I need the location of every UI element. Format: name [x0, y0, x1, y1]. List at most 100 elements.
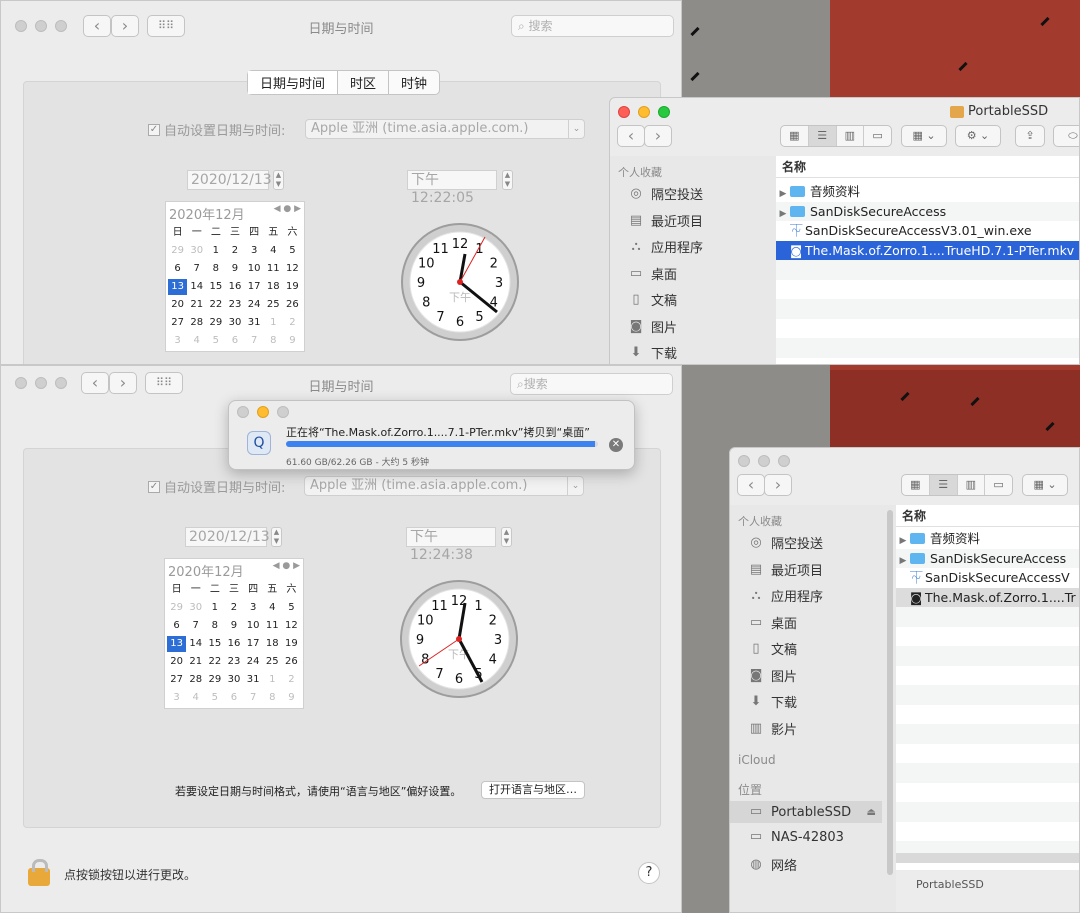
time-field[interactable]: 下午12:22:05: [407, 170, 497, 206]
calendar-day[interactable]: 16: [225, 279, 244, 295]
calendar-day[interactable]: 21: [187, 297, 206, 313]
date-stepper[interactable]: ▲ ▼: [271, 527, 282, 547]
calendar-day[interactable]: 22: [206, 297, 225, 313]
column-view-icon[interactable]: ▥: [837, 126, 865, 146]
calendar-day[interactable]: 25: [263, 654, 282, 670]
back-button[interactable]: ‹: [617, 125, 645, 147]
calendar-day[interactable]: 9: [224, 618, 243, 634]
calendar-day[interactable]: 25: [264, 297, 283, 313]
help-button[interactable]: ?: [638, 862, 660, 884]
zoom-button[interactable]: [778, 455, 790, 467]
zoom-button[interactable]: [277, 406, 289, 418]
sidebar-item-desktop[interactable]: ▭ 桌面: [747, 613, 797, 633]
calendar-day[interactable]: 4: [263, 600, 282, 616]
calendar-day[interactable]: 13: [167, 636, 187, 652]
date-field[interactable]: 2020/12/13: [185, 527, 270, 547]
calendar-day[interactable]: 5: [205, 690, 224, 706]
calendar-day[interactable]: 11: [263, 618, 282, 634]
sidebar-item-pictures[interactable]: ◙ 图片: [747, 666, 797, 686]
calendar-day[interactable]: 19: [282, 636, 301, 652]
sidebar-item-airdrop[interactable]: ◎ 隔空投送: [747, 533, 823, 553]
group-button[interactable]: ▦ ⌄: [1022, 474, 1068, 496]
calendar-day[interactable]: 30: [186, 600, 205, 616]
date-stepper[interactable]: ▲ ▼: [273, 170, 284, 190]
calendar-nav-icon[interactable]: ◀ ● ▶: [274, 204, 301, 223]
calendar-day[interactable]: 27: [168, 315, 187, 331]
file-row[interactable]: ▶ 音频资料: [776, 182, 1079, 202]
calendar-day[interactable]: 8: [263, 690, 282, 706]
search-input[interactable]: ⌕搜索: [510, 373, 673, 395]
close-button[interactable]: [237, 406, 249, 418]
calendar-day[interactable]: 4: [187, 333, 206, 349]
calendar-day[interactable]: 6: [224, 690, 243, 706]
back-button[interactable]: ‹: [737, 474, 765, 496]
gallery-view-icon[interactable]: ▭: [985, 475, 1012, 495]
tab-timezone[interactable]: 时区: [338, 71, 390, 94]
time-field[interactable]: 下午12:24:38: [406, 527, 496, 563]
sidebar-item-recents[interactable]: ▤ 最近项目: [747, 560, 823, 580]
sidebar-item-applications[interactable]: ⛬ 应用程序: [627, 237, 703, 257]
calendar-day[interactable]: 29: [205, 672, 224, 688]
calendar-day[interactable]: 7: [186, 618, 205, 634]
calendar-day[interactable]: 16: [224, 636, 243, 652]
cancel-copy-button[interactable]: ✕: [609, 438, 623, 452]
sidebar-item-network[interactable]: ◍ 网络: [747, 855, 797, 875]
column-header-name[interactable]: 名称: [896, 505, 1079, 527]
auto-time-checkbox[interactable]: ✓ 自动设置日期与时间:: [148, 120, 285, 139]
calendar-day[interactable]: 14: [187, 279, 206, 295]
minimize-button[interactable]: [758, 455, 770, 467]
eject-icon[interactable]: ⏏: [867, 807, 876, 818]
calendar-day[interactable]: 28: [186, 672, 205, 688]
time-server-select[interactable]: Apple 亚洲 (time.asia.apple.com.) ⌄: [304, 476, 584, 496]
close-button[interactable]: [738, 455, 750, 467]
sidebar-item-pictures[interactable]: ◙ 图片: [627, 317, 677, 337]
file-row-selected[interactable]: ◙ The.Mask.of.Zorro.1....TrueHD.7.1-PTer.…: [776, 240, 1079, 260]
calendar-day[interactable]: 4: [264, 243, 283, 259]
calendar-day[interactable]: 12: [283, 261, 302, 277]
calendar-day[interactable]: 8: [205, 618, 224, 634]
calendar-day[interactable]: 30: [224, 672, 243, 688]
date-field[interactable]: 2020/12/13: [187, 170, 272, 190]
calendar-day[interactable]: 2: [283, 315, 302, 331]
icon-view-icon[interactable]: ▦: [781, 126, 809, 146]
calendar-day[interactable]: 12: [282, 618, 301, 634]
calendar-day[interactable]: 6: [167, 618, 186, 634]
calendar-day[interactable]: 8: [264, 333, 283, 349]
calendar-day[interactable]: 5: [282, 600, 301, 616]
sidebar-item-portablessd[interactable]: ▭ PortableSSD ⏏: [730, 801, 882, 823]
list-view-icon[interactable]: ☰: [808, 126, 837, 146]
zoom-button[interactable]: [658, 106, 670, 118]
minimize-button[interactable]: [638, 106, 650, 118]
calendar-day[interactable]: 30: [187, 243, 206, 259]
calendar-day[interactable]: 29: [167, 600, 186, 616]
calendar-day[interactable]: 29: [206, 315, 225, 331]
calendar-day[interactable]: 6: [168, 261, 187, 277]
calendar-day[interactable]: 1: [205, 600, 224, 616]
calendar-day[interactable]: 31: [244, 672, 263, 688]
gear-icon[interactable]: ⚙ ⌄: [955, 125, 1001, 147]
calendar-day[interactable]: 10: [244, 618, 263, 634]
sidebar-item-nas[interactable]: ▭ NAS-42803: [747, 829, 844, 845]
open-region-button[interactable]: 打开语言与地区…: [481, 781, 585, 799]
calendar-day[interactable]: 13: [168, 279, 188, 295]
forward-button[interactable]: ›: [644, 125, 672, 147]
calendar-day[interactable]: 1: [206, 243, 225, 259]
calendar-day[interactable]: 26: [282, 654, 301, 670]
sidebar-item-documents[interactable]: ▯ 文稿: [747, 639, 797, 659]
share-icon[interactable]: ⇪: [1015, 125, 1045, 147]
calendar-day[interactable]: 19: [283, 279, 302, 295]
calendar-day[interactable]: 18: [263, 636, 282, 652]
calendar-day[interactable]: 17: [244, 636, 263, 652]
calendar-day[interactable]: 7: [245, 333, 264, 349]
calendar-day[interactable]: 11: [264, 261, 283, 277]
minimize-button[interactable]: [257, 406, 269, 418]
calendar-day[interactable]: 27: [167, 672, 186, 688]
sidebar-item-movies[interactable]: ▥ 影片: [747, 719, 797, 739]
calendar-day[interactable]: 2: [224, 600, 243, 616]
calendar-day[interactable]: 15: [205, 636, 224, 652]
calendar-day[interactable]: 31: [245, 315, 264, 331]
icon-view-icon[interactable]: ▦: [902, 475, 930, 495]
calendar-day[interactable]: 23: [224, 654, 243, 670]
sidebar-item-recents[interactable]: ▤ 最近项目: [627, 211, 703, 231]
sidebar-item-desktop[interactable]: ▭ 桌面: [627, 264, 677, 284]
